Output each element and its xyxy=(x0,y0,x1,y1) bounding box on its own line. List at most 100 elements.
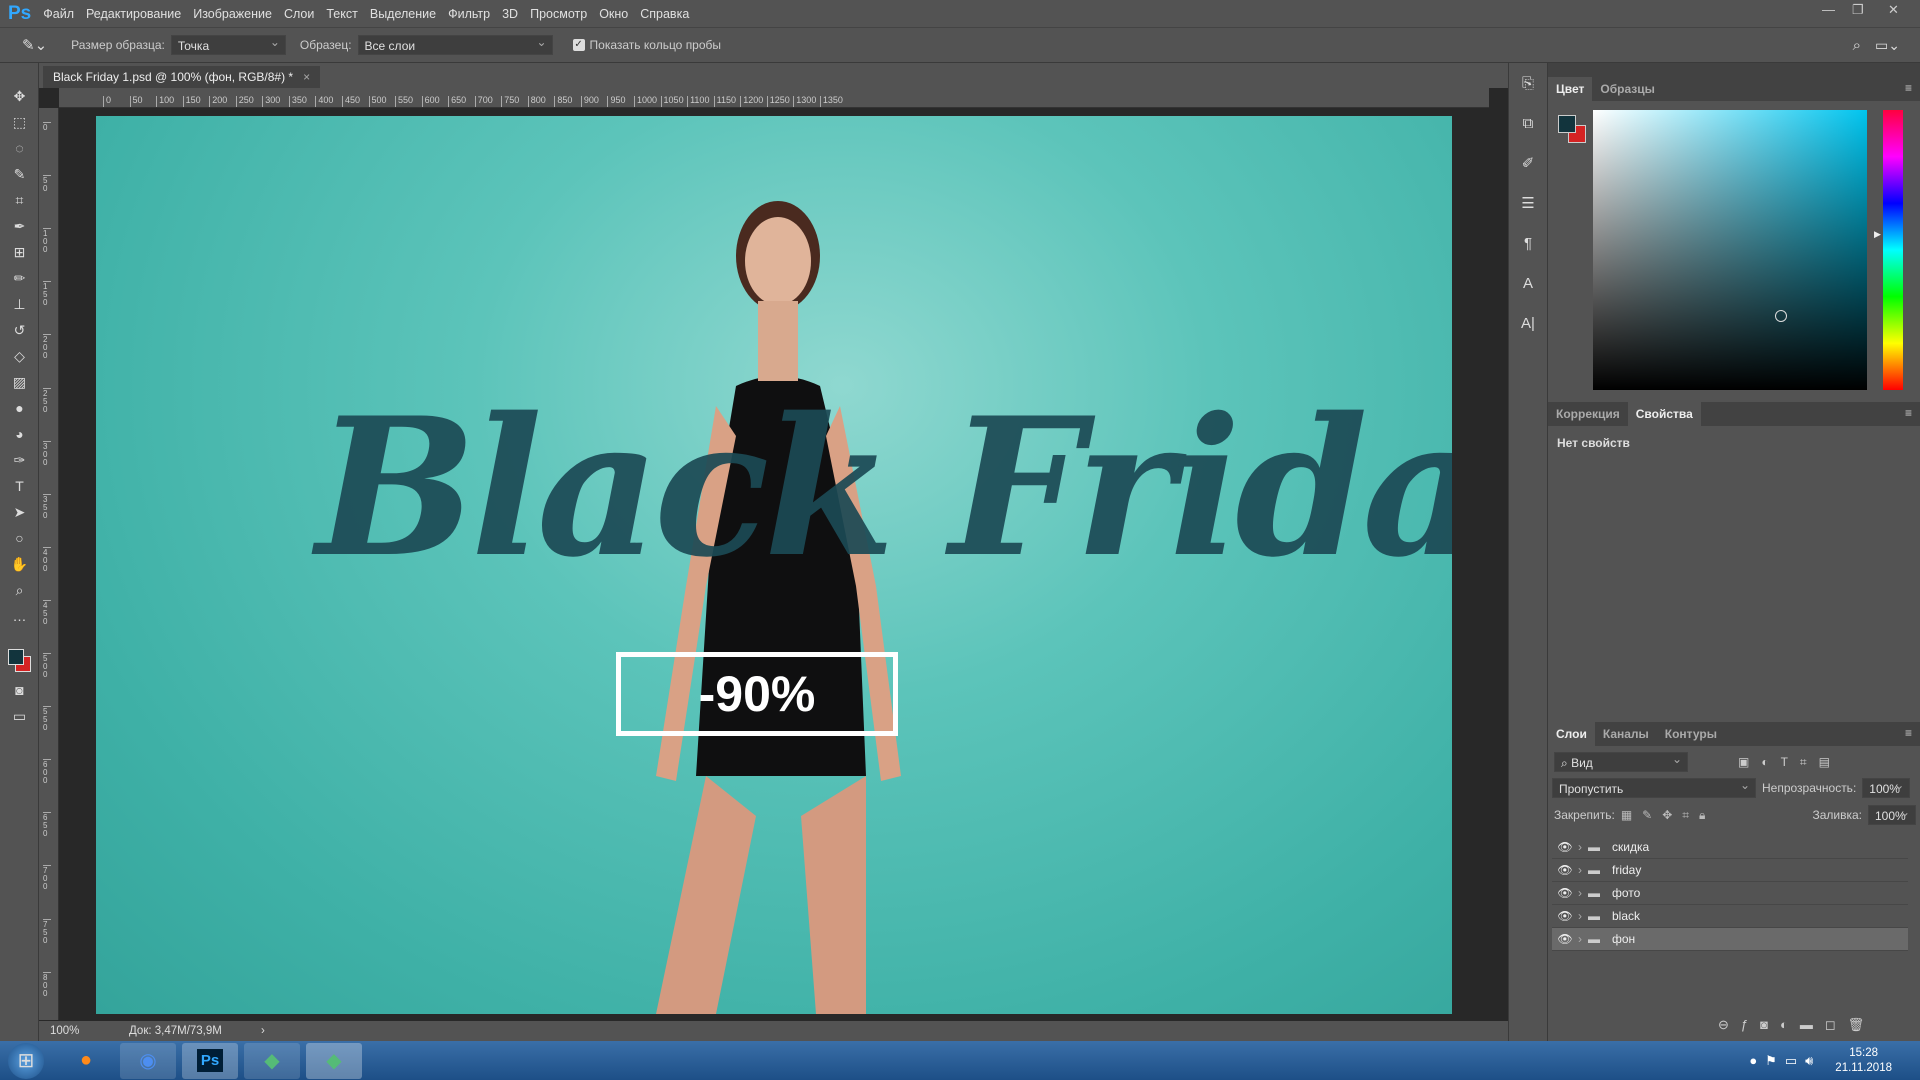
panel-menu-icon[interactable]: ≡ xyxy=(1897,402,1920,426)
history-icon[interactable]: ⎘ xyxy=(1509,63,1547,103)
glyphs-icon[interactable]: A| xyxy=(1509,303,1547,343)
tab-color[interactable]: Цвет xyxy=(1548,77,1593,101)
brush-settings-icon[interactable]: ✐ xyxy=(1509,143,1547,183)
dodge-icon[interactable]: ◕ xyxy=(0,421,39,447)
close-window-button[interactable]: ✕ xyxy=(1888,2,1899,18)
patch-icon[interactable]: ⊞ xyxy=(0,239,39,265)
system-tray-icons[interactable]: ●⚑▭🔊︎ xyxy=(1749,1053,1821,1069)
canvas-image[interactable]: Black Friday -90% xyxy=(96,116,1452,1014)
chrome-taskbar-icon[interactable]: ◉ xyxy=(120,1042,176,1079)
menu-item[interactable]: Изображение xyxy=(193,7,272,21)
pen-icon[interactable]: ✑ xyxy=(0,447,39,473)
foreground-color-swatch[interactable] xyxy=(8,649,24,665)
restore-button[interactable]: ❐ xyxy=(1852,2,1864,18)
fill-input[interactable]: 100% xyxy=(1868,805,1916,825)
menu-item[interactable]: Выделение xyxy=(370,7,436,21)
layer-row[interactable]: 👁︎ › ▬ фон xyxy=(1552,928,1908,951)
type-icon[interactable]: T xyxy=(0,473,39,499)
hue-slider[interactable] xyxy=(1883,110,1903,390)
color-picker-ring[interactable] xyxy=(1775,310,1787,322)
menu-item[interactable]: Просмотр xyxy=(530,7,587,21)
menu-item[interactable]: Текст xyxy=(326,7,357,21)
sample-select[interactable]: Все слои xyxy=(357,35,553,55)
sample-size-select[interactable]: Точка xyxy=(170,35,286,55)
stamp-icon[interactable]: ⊥ xyxy=(0,291,39,317)
tab-layers[interactable]: Слои xyxy=(1548,722,1595,746)
character-icon[interactable]: A xyxy=(1509,263,1547,303)
lock-icons[interactable]: ▦✎✥⌗🔒︎ xyxy=(1621,808,1716,823)
layer-row[interactable]: 👁︎ › ▬ black xyxy=(1552,905,1908,928)
menu-item[interactable]: Справка xyxy=(640,7,689,21)
panel-menu-icon[interactable]: ≡ xyxy=(1897,77,1920,101)
foreground-color-swatch[interactable] xyxy=(1558,115,1576,133)
menu-item[interactable]: 3D xyxy=(502,7,518,21)
hue-slider-handle[interactable]: ▶ xyxy=(1874,229,1881,240)
clone-source-icon[interactable]: ⧉ xyxy=(1509,103,1547,143)
horizontal-ruler[interactable]: 0 50 100 150 200 250 300 350 400 450 500 550 600 650 7… xyxy=(59,88,1489,108)
blend-mode-select[interactable]: Пропустить xyxy=(1552,778,1756,798)
marquee-icon[interactable]: ⬚ xyxy=(0,109,39,135)
layer-row[interactable]: 👁︎ › ▬ friday xyxy=(1552,859,1908,882)
layer-row[interactable]: 👁︎ › ▬ скидка xyxy=(1552,836,1908,859)
eraser-icon[interactable]: ◇ xyxy=(0,343,39,369)
zoom-icon[interactable]: ⌕ xyxy=(0,577,39,603)
clock[interactable]: 15:28 21.11.2018 xyxy=(1835,1046,1892,1076)
expand-chevron-icon[interactable]: › xyxy=(1578,932,1582,946)
visibility-eye-icon[interactable]: 👁︎ xyxy=(1552,886,1578,900)
color-field[interactable] xyxy=(1593,110,1867,390)
tab-adjustments[interactable]: Коррекция xyxy=(1548,402,1628,426)
expand-chevron-icon[interactable]: › xyxy=(1578,909,1582,923)
ellipse-icon[interactable]: ○ xyxy=(0,525,39,551)
layer-row[interactable]: 👁︎ › ▬ фото xyxy=(1552,882,1908,905)
hand-icon[interactable]: ✋ xyxy=(0,551,39,577)
app2-taskbar-icon[interactable]: ◆ xyxy=(306,1042,362,1079)
start-button[interactable]: ⊞ xyxy=(8,1042,44,1079)
visibility-eye-icon[interactable]: 👁︎ xyxy=(1552,840,1578,854)
menu-item[interactable]: Фильтр xyxy=(448,7,490,21)
show-ring-checkbox[interactable]: ✓ xyxy=(572,39,585,51)
tab-paths[interactable]: Контуры xyxy=(1657,722,1725,746)
crop-icon[interactable]: ⌗ xyxy=(0,187,39,213)
tab-channels[interactable]: Каналы xyxy=(1595,722,1657,746)
firefox-taskbar-icon[interactable]: ● xyxy=(58,1043,114,1079)
quick-select-icon[interactable]: ✎ xyxy=(0,161,39,187)
menu-item[interactable]: Файл xyxy=(43,7,74,21)
zoom-level[interactable]: 100% xyxy=(39,1025,119,1037)
history-brush-icon[interactable]: ↺ xyxy=(0,317,39,343)
layers-footer-icons[interactable]: ⊖ƒ◙◐▬◻🗑︎ xyxy=(1718,1017,1876,1033)
lasso-icon[interactable]: ◌ xyxy=(0,135,39,161)
status-arrow-icon[interactable]: › xyxy=(261,1025,265,1037)
visibility-eye-icon[interactable]: 👁︎ xyxy=(1552,909,1578,923)
close-tab-icon[interactable]: × xyxy=(303,70,310,84)
photoshop-taskbar-icon[interactable]: Ps xyxy=(182,1042,238,1079)
panel-menu-icon[interactable]: ≡ xyxy=(1897,722,1920,746)
path-select-icon[interactable]: ➤ xyxy=(0,499,39,525)
brush-icon[interactable]: ✏ xyxy=(0,265,39,291)
expand-chevron-icon[interactable]: › xyxy=(1578,863,1582,877)
eyedropper-icon[interactable]: ✒ xyxy=(0,213,39,239)
expand-chevron-icon[interactable]: › xyxy=(1578,886,1582,900)
minimize-button[interactable]: — xyxy=(1822,2,1835,17)
layer-filter-select[interactable]: ⌕ Вид xyxy=(1554,752,1688,772)
expand-chevron-icon[interactable]: › xyxy=(1578,840,1582,854)
eyedropper-tool-icon[interactable]: ✎⌄ xyxy=(22,36,47,54)
menu-item[interactable]: Окно xyxy=(599,7,628,21)
quick-mask-icon[interactable]: ◙ xyxy=(0,677,39,703)
adjustments-icon[interactable]: ☰ xyxy=(1509,183,1547,223)
screen-mode-icon[interactable]: ▭ xyxy=(0,703,39,729)
search-icon[interactable]: ⌕ xyxy=(1853,37,1861,54)
document-tab[interactable]: Black Friday 1.psd @ 100% (фон, RGB/8#) … xyxy=(43,66,321,88)
vertical-ruler[interactable]: 0 50 100 150 200 250 300 350 400 450 500 550 600 650 7… xyxy=(39,108,59,1020)
workspace-icon[interactable]: ▭⌄ xyxy=(1875,37,1900,54)
visibility-eye-icon[interactable]: 👁︎ xyxy=(1552,863,1578,877)
layer-filter-icons[interactable]: ▣◐T⌗▤ xyxy=(1738,755,1842,770)
color-swatches[interactable] xyxy=(0,643,38,677)
move-icon[interactable]: ✥ xyxy=(0,83,39,109)
more-icon[interactable]: … xyxy=(0,603,39,629)
blur-icon[interactable]: ● xyxy=(0,395,39,421)
opacity-input[interactable]: 100% xyxy=(1862,778,1911,798)
menu-item[interactable]: Редактирование xyxy=(86,7,181,21)
menu-item[interactable]: Слои xyxy=(284,7,314,21)
gradient-icon[interactable]: ▨ xyxy=(0,369,39,395)
paragraph-icon[interactable]: ¶ xyxy=(1509,223,1547,263)
